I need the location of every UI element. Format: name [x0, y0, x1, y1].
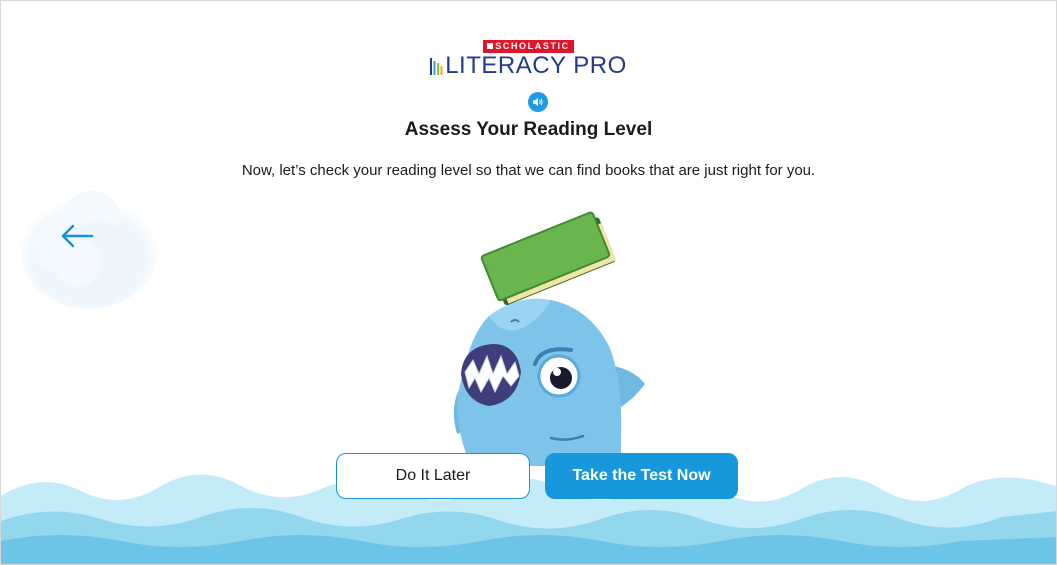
scholastic-mark-icon — [487, 43, 494, 49]
back-button[interactable] — [37, 201, 117, 271]
read-aloud-button[interactable] — [528, 92, 548, 112]
screen: SCHOLASTIC LITERACY PRO Assess Your Read… — [0, 0, 1057, 565]
arrow-left-icon — [61, 224, 94, 248]
page-subtitle: Now, let’s check your reading level so t… — [241, 162, 816, 179]
take-test-now-button[interactable]: Take the Test Now — [545, 453, 738, 499]
product-name: LITERACY PRO — [445, 52, 627, 79]
book-bars-icon — [430, 55, 444, 81]
speaker-icon — [533, 97, 543, 107]
product-logo: LITERACY PRO — [1, 53, 1056, 81]
page-title: Assess Your Reading Level — [404, 119, 653, 140]
publisher-name: SCHOLASTIC — [495, 41, 570, 51]
do-it-later-button[interactable]: Do It Later — [336, 453, 530, 499]
